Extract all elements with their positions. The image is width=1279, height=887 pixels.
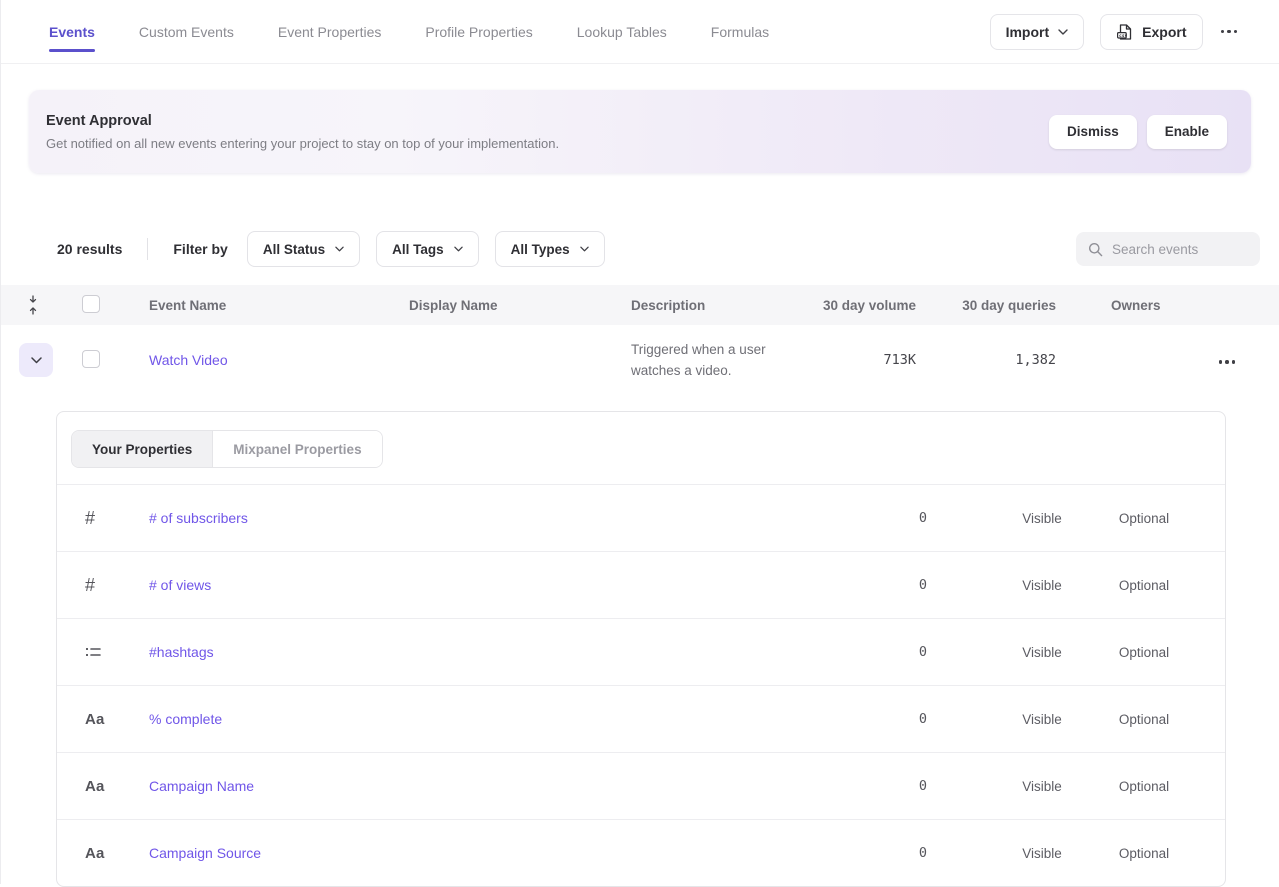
banner-text: Event Approval Get notified on all new e… (46, 113, 559, 151)
property-visibility: Visible (991, 578, 1093, 593)
event-volume: 713K (803, 352, 921, 368)
event-table-row: Watch Video Triggered when a user watche… (1, 325, 1279, 395)
tab-your-properties[interactable]: Your Properties (72, 431, 212, 467)
vertical-divider (147, 238, 148, 260)
property-row: #hashtags 0 Visible Optional (57, 618, 1225, 685)
results-count: 20 results (57, 241, 122, 257)
types-filter-label: All Types (511, 242, 570, 257)
collapse-rows-icon[interactable] (1, 294, 65, 316)
property-volume: 0 (835, 510, 935, 526)
export-button[interactable]: csv Export (1100, 14, 1202, 50)
property-visibility: Visible (991, 511, 1093, 526)
tab-event-properties[interactable]: Event Properties (278, 0, 382, 63)
property-visibility: Visible (991, 846, 1093, 861)
property-status: Optional (1093, 779, 1195, 794)
enable-button[interactable]: Enable (1147, 115, 1227, 149)
search-input[interactable] (1112, 242, 1250, 257)
property-name-link[interactable]: % complete (149, 711, 222, 727)
text-type-icon: Aa (57, 778, 149, 795)
lexicon-page: Events Custom Events Event Properties Pr… (0, 0, 1279, 884)
column-header-volume: 30 day volume (803, 298, 921, 313)
property-visibility: Visible (991, 779, 1093, 794)
number-type-icon: # (57, 508, 149, 529)
collapse-row-button[interactable] (19, 343, 53, 377)
property-row: Aa Campaign Name 0 Visible Optional (57, 752, 1225, 819)
event-name-link[interactable]: Watch Video (149, 352, 228, 368)
event-properties-panel: Your Properties Mixpanel Properties # # … (56, 411, 1226, 887)
property-status: Optional (1093, 578, 1195, 593)
banner-description: Get notified on all new events entering … (46, 136, 559, 151)
property-visibility: Visible (991, 712, 1093, 727)
property-volume: 0 (835, 711, 935, 727)
chevron-down-icon (580, 246, 589, 252)
property-status: Optional (1093, 712, 1195, 727)
csv-file-icon: csv (1116, 23, 1133, 41)
event-queries: 1,382 (921, 352, 1061, 368)
property-volume: 0 (835, 845, 935, 861)
search-box (1076, 232, 1260, 266)
filter-by-label: Filter by (173, 241, 227, 257)
row-actions-menu-button[interactable] (1217, 354, 1238, 370)
top-nav: Events Custom Events Event Properties Pr… (49, 0, 769, 63)
chevron-down-icon (335, 246, 344, 252)
events-table-header: Event Name Display Name Description 30 d… (1, 285, 1279, 325)
event-approval-banner: Event Approval Get notified on all new e… (29, 90, 1251, 173)
property-volume: 0 (835, 778, 935, 794)
property-status: Optional (1093, 511, 1195, 526)
column-header-description: Description (613, 298, 803, 313)
property-row: Aa Campaign Source 0 Visible Optional (57, 819, 1225, 886)
more-options-button[interactable] (1219, 24, 1240, 40)
status-filter-dropdown[interactable]: All Status (247, 231, 360, 267)
row-checkbox[interactable] (82, 350, 100, 368)
dismiss-button[interactable]: Dismiss (1049, 115, 1137, 149)
chevron-down-icon (454, 246, 463, 252)
event-description: Triggered when a user watches a video. (613, 339, 798, 381)
property-name-link[interactable]: # of views (149, 577, 211, 593)
number-type-icon: # (57, 575, 149, 596)
text-type-icon: Aa (57, 845, 149, 862)
chevron-down-icon (31, 357, 42, 364)
property-status: Optional (1093, 645, 1195, 660)
property-name-link[interactable]: #hashtags (149, 644, 214, 660)
svg-text:csv: csv (1119, 33, 1128, 38)
tab-custom-events[interactable]: Custom Events (139, 0, 234, 63)
tab-events[interactable]: Events (49, 0, 95, 63)
select-all-checkbox[interactable] (82, 295, 100, 313)
chevron-down-icon (1058, 29, 1068, 35)
tab-lookup-tables[interactable]: Lookup Tables (577, 0, 667, 63)
import-button-label: Import (1006, 24, 1050, 40)
property-row: Aa % complete 0 Visible Optional (57, 685, 1225, 752)
status-filter-label: All Status (263, 242, 325, 257)
tab-mixpanel-properties[interactable]: Mixpanel Properties (212, 431, 381, 467)
property-name-link[interactable]: Campaign Name (149, 778, 254, 794)
properties-tab-group: Your Properties Mixpanel Properties (71, 430, 383, 468)
property-name-link[interactable]: # of subscribers (149, 510, 248, 526)
list-type-icon (57, 645, 149, 659)
property-volume: 0 (835, 644, 935, 660)
text-type-icon: Aa (57, 711, 149, 728)
column-header-event-name: Event Name (131, 298, 391, 313)
tags-filter-label: All Tags (392, 242, 444, 257)
tab-profile-properties[interactable]: Profile Properties (425, 0, 532, 63)
property-row: # # of subscribers 0 Visible Optional (57, 484, 1225, 551)
import-button[interactable]: Import (990, 14, 1085, 50)
tab-formulas[interactable]: Formulas (711, 0, 769, 63)
property-visibility: Visible (991, 645, 1093, 660)
property-row: # # of views 0 Visible Optional (57, 551, 1225, 618)
property-status: Optional (1093, 846, 1195, 861)
column-header-display-name: Display Name (391, 298, 613, 313)
top-bar: Events Custom Events Event Properties Pr… (1, 0, 1279, 64)
filter-bar: 20 results Filter by All Status All Tags… (1, 230, 1279, 268)
column-header-owners: Owners (1111, 298, 1181, 313)
tags-filter-dropdown[interactable]: All Tags (376, 231, 479, 267)
property-volume: 0 (835, 577, 935, 593)
banner-actions: Dismiss Enable (1049, 115, 1227, 149)
banner-title: Event Approval (46, 113, 559, 129)
property-name-link[interactable]: Campaign Source (149, 845, 261, 861)
search-icon (1088, 242, 1103, 257)
types-filter-dropdown[interactable]: All Types (495, 231, 605, 267)
column-header-queries: 30 day queries (921, 298, 1061, 313)
top-bar-actions: Import csv Export (990, 14, 1239, 50)
export-button-label: Export (1142, 24, 1186, 40)
